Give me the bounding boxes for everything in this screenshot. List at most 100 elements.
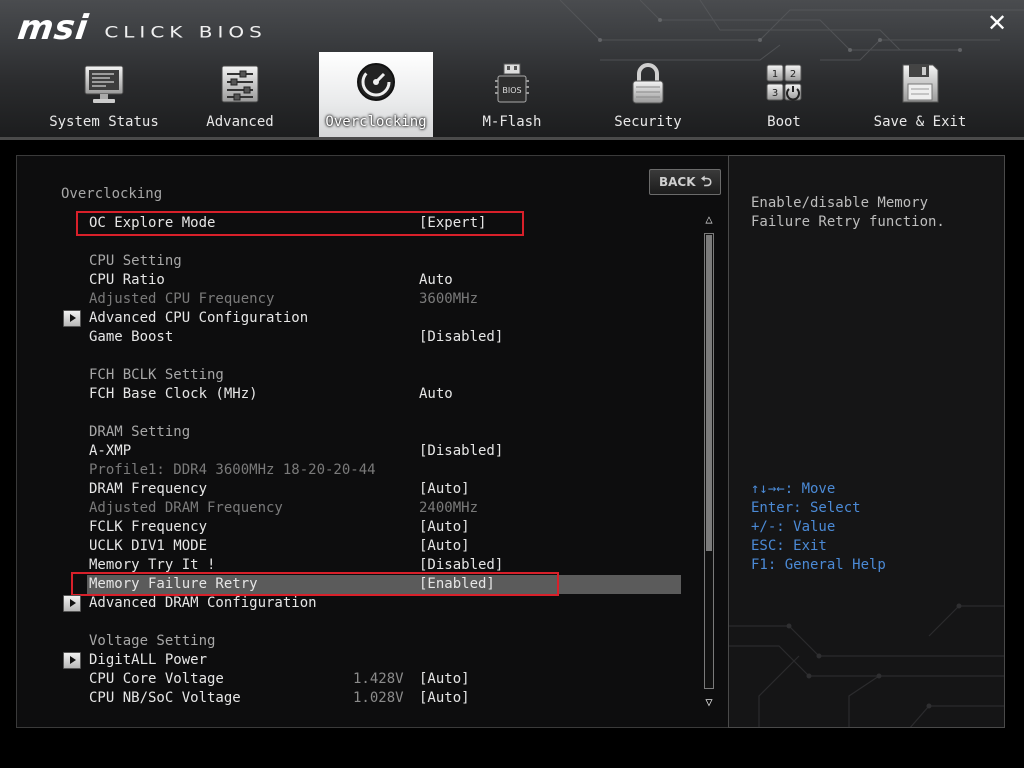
setting-row-memory-failure-retry[interactable]: Memory Failure Retry [Enabled]	[17, 575, 707, 594]
tab-system-status[interactable]: System Status	[47, 52, 161, 138]
setting-label: CPU NB/SoC Voltage	[89, 690, 241, 706]
monitor-icon	[84, 65, 124, 103]
setting-label: UCLK DIV1 MODE	[89, 538, 208, 554]
setting-value[interactable]: [Disabled]	[419, 556, 503, 575]
click-bios-logo-text: CLICK BIOS	[104, 22, 267, 42]
setting-row-fch-base-clock[interactable]: FCH Base Clock (MHz) Auto	[17, 385, 707, 404]
setting-row-uclk-div1-mode[interactable]: UCLK DIV1 MODE [Auto]	[17, 537, 707, 556]
floppy-disk-icon	[902, 64, 939, 103]
setting-label: FCH Base Clock (MHz)	[89, 386, 258, 402]
tab-save-exit[interactable]: Save & Exit	[863, 52, 977, 138]
setting-row-cpu-nb-soc-voltage[interactable]: CPU NB/SoC Voltage 1.028V [Auto]	[17, 689, 707, 708]
tab-label: System Status	[49, 114, 159, 130]
setting-row-adjusted-cpu-frequency: Adjusted CPU Frequency 3600MHz	[17, 290, 707, 309]
scrollbar-track[interactable]	[704, 233, 714, 689]
svg-text:3: 3	[772, 88, 778, 99]
section-label: FCH BCLK Setting	[89, 367, 224, 383]
setting-row-adjusted-dram-frequency: Adjusted DRAM Frequency 2400MHz	[17, 499, 707, 518]
setting-value: 2400MHz	[419, 500, 479, 516]
key-hint-exit: ESC: Exit	[751, 538, 827, 554]
setting-value[interactable]: [Expert]	[419, 214, 486, 233]
gauge-icon	[357, 63, 395, 101]
setting-row-game-boost[interactable]: Game Boost [Disabled]	[17, 328, 707, 347]
key-hint-move: ↑↓→←: Move	[751, 481, 836, 497]
settings-panel: Overclocking BACK ⮌ OC Explore Mode [Exp…	[16, 155, 728, 728]
section-header-voltage-setting: Voltage Setting	[17, 632, 707, 651]
setting-label: Advanced DRAM Configuration	[89, 595, 317, 611]
tab-overclocking[interactable]: Overclocking	[319, 52, 433, 138]
submenu-digitall-power[interactable]: DigitALL Power	[17, 651, 707, 670]
tab-security[interactable]: Security	[591, 52, 705, 138]
setting-row-cpu-ratio[interactable]: CPU Ratio Auto	[17, 271, 707, 290]
setting-label: OC Explore Mode	[89, 215, 216, 231]
key-hint-select: Enter: Select	[751, 500, 861, 516]
bios-chip-icon: BIOS	[495, 63, 529, 103]
setting-label: Profile1: DDR4 3600MHz 18-20-20-44	[89, 462, 376, 478]
setting-value[interactable]: [Enabled]	[419, 575, 495, 594]
setting-label: Adjusted CPU Frequency	[89, 291, 275, 307]
submenu-arrow-icon	[63, 310, 81, 327]
setting-label: Memory Try It !	[89, 557, 216, 573]
setting-value[interactable]: [Auto]	[419, 480, 470, 499]
setting-row-dram-frequency[interactable]: DRAM Frequency [Auto]	[17, 480, 707, 499]
voltage-reading: 1.028V	[353, 690, 404, 706]
setting-value[interactable]: [Auto]	[419, 518, 470, 537]
setting-label: A-XMP	[89, 443, 132, 459]
scroll-down-arrow-icon[interactable]: ▽	[702, 695, 716, 709]
msi-logo-text: msi	[15, 8, 92, 48]
help-description: Enable/disable Memory Failure Retry func…	[751, 195, 945, 230]
setting-label: DigitALL Power	[89, 652, 208, 668]
tab-label: Boot	[767, 114, 801, 130]
setting-label: Memory Failure Retry	[89, 576, 258, 592]
setting-value[interactable]: [Auto]	[419, 670, 470, 689]
submenu-advanced-cpu-configuration[interactable]: Advanced CPU Configuration	[17, 309, 707, 328]
tab-label: Overclocking	[325, 114, 427, 130]
tab-m-flash[interactable]: BIOS M-Flash	[455, 52, 569, 138]
msi-click-bios-logo: msi CLICK BIOS	[15, 8, 267, 48]
setting-value[interactable]: [Auto]	[419, 689, 470, 708]
tab-label: Security	[614, 114, 682, 130]
tab-label: Save & Exit	[873, 114, 967, 130]
setting-row-a-xmp[interactable]: A-XMP [Disabled]	[17, 442, 707, 461]
setting-row-oc-explore-mode[interactable]: OC Explore Mode [Expert]	[17, 214, 707, 233]
voltage-reading: 1.428V	[353, 671, 404, 687]
setting-label: Adjusted DRAM Frequency	[89, 500, 283, 516]
bios-header: msi CLICK BIOS ✕ System Status Advanced …	[0, 0, 1024, 140]
help-panel: Enable/disable Memory Failure Retry func…	[728, 155, 1005, 728]
tab-boot[interactable]: 1 2 3 Boot	[727, 52, 841, 138]
submenu-arrow-icon	[63, 595, 81, 612]
sliders-icon	[221, 65, 259, 103]
setting-value[interactable]: [Disabled]	[419, 442, 503, 461]
setting-label: Advanced CPU Configuration	[89, 310, 309, 326]
setting-value[interactable]: [Disabled]	[419, 328, 503, 347]
setting-row-memory-try-it[interactable]: Memory Try It ! [Disabled]	[17, 556, 707, 575]
close-button[interactable]: ✕	[984, 10, 1010, 36]
section-label: CPU Setting	[89, 253, 182, 269]
submenu-advanced-dram-configuration[interactable]: Advanced DRAM Configuration	[17, 594, 707, 613]
setting-label: FCLK Frequency	[89, 519, 208, 535]
padlock-icon	[632, 63, 664, 104]
tab-bar-divider	[0, 137, 1024, 140]
setting-label: CPU Ratio	[89, 272, 165, 288]
close-icon: ✕	[986, 9, 1008, 37]
setting-row-profile1: Profile1: DDR4 3600MHz 18-20-20-44	[17, 461, 707, 480]
setting-label: Game Boost	[89, 329, 174, 345]
key-hint-help: F1: General Help	[751, 557, 886, 573]
scrollbar-thumb[interactable]	[706, 235, 712, 551]
tab-advanced[interactable]: Advanced	[183, 52, 297, 138]
scroll-up-arrow-icon[interactable]: △	[702, 212, 716, 226]
setting-value[interactable]: Auto	[419, 271, 453, 290]
setting-label: DRAM Frequency	[89, 481, 208, 497]
setting-value[interactable]: [Auto]	[419, 537, 470, 556]
setting-row-fclk-frequency[interactable]: FCLK Frequency [Auto]	[17, 518, 707, 537]
section-label: DRAM Setting	[89, 424, 191, 440]
return-arrow-icon: ⮌	[700, 174, 712, 190]
submenu-arrow-icon	[63, 652, 81, 669]
setting-value[interactable]: Auto	[419, 385, 453, 404]
boot-order-icon: 1 2 3	[766, 64, 802, 101]
setting-label: CPU Core Voltage	[89, 671, 224, 687]
section-header-dram-setting: DRAM Setting	[17, 423, 707, 442]
setting-row-cpu-core-voltage[interactable]: CPU Core Voltage 1.428V [Auto]	[17, 670, 707, 689]
back-label: BACK	[659, 175, 696, 189]
back-button[interactable]: BACK ⮌	[649, 169, 721, 195]
